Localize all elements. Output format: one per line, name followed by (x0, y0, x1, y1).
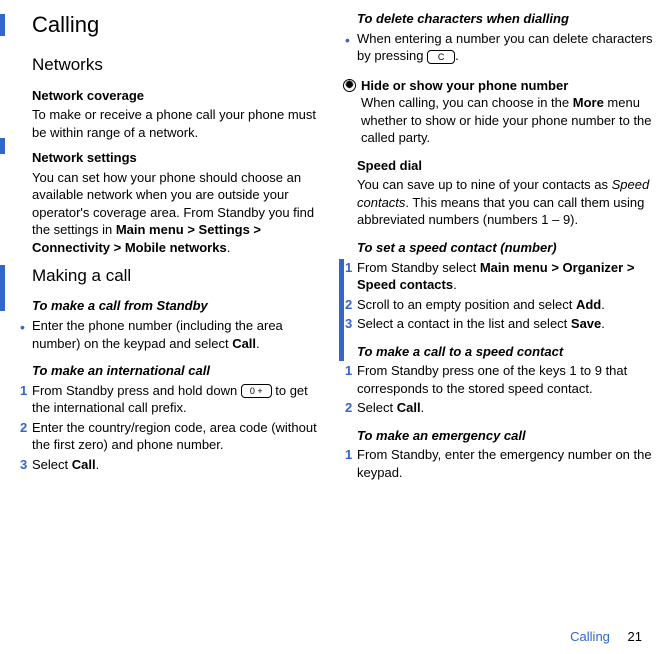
step-number: 2 (20, 419, 27, 437)
text: Select (357, 400, 397, 415)
tip-hide-show-number: ✺ Hide or show your phone number When ca… (357, 77, 654, 147)
bullet-icon: • (20, 320, 25, 334)
step-2: 2 Scroll to an empty position and select… (357, 296, 654, 314)
step-1: 1 From Standby press and hold down 0 + t… (32, 382, 329, 417)
bold-call: Call (397, 400, 421, 415)
subhead-call-standby: To make a call from Standby (32, 297, 329, 315)
blue-bar (339, 259, 344, 361)
subhead-intl-call: To make an international call (32, 362, 329, 380)
step-1: 1 From Standby, enter the emergency numb… (357, 446, 654, 481)
blue-bar (0, 14, 5, 36)
key-c-icon: C (427, 50, 455, 64)
text: . (453, 277, 457, 292)
footer-section-label: Calling (570, 629, 610, 644)
subhead-call-speed: To make a call to a speed contact (357, 343, 654, 361)
blue-bar (0, 265, 5, 311)
step-number: 1 (345, 259, 352, 277)
tip-icon: ✺ (343, 79, 356, 92)
text: . (227, 240, 231, 255)
text: Enter the country/region code, area code… (32, 420, 317, 453)
step-number: 2 (345, 399, 352, 417)
text: Select (32, 457, 72, 472)
subhead-network-coverage: Network coverage (32, 87, 329, 105)
step-3: 3 Select Call. (32, 456, 329, 474)
left-column: Calling Networks Network coverage To mak… (20, 10, 329, 484)
text: From Standby, enter the emergency number… (357, 447, 652, 480)
text: . (601, 297, 605, 312)
bullet-icon: • (345, 33, 350, 47)
text: . (421, 400, 425, 415)
step-number: 1 (345, 446, 352, 464)
page-footer: Calling 21 (570, 628, 642, 646)
step-number: 3 (20, 456, 27, 474)
text: From Standby select (357, 260, 480, 275)
blue-bar (0, 138, 5, 154)
text-network-settings: You can set how your phone should choose… (32, 169, 329, 257)
step-3: 3 Select a contact in the list and selec… (357, 315, 654, 333)
section-making-call: Making a call (32, 265, 329, 288)
step-number: 3 (345, 315, 352, 333)
text: From Standby press and hold down (32, 383, 241, 398)
text: . (256, 336, 260, 351)
step-number: 2 (345, 296, 352, 314)
text: . (601, 316, 605, 331)
text-speed-dial: You can save up to nine of your contacts… (357, 176, 654, 229)
text: . (455, 48, 459, 63)
key-zero-plus-icon: 0 + (241, 384, 272, 398)
section-networks: Networks (32, 54, 329, 77)
text: When calling, you can choose in the (361, 95, 573, 110)
footer-page-number: 21 (628, 629, 642, 644)
step-1: 1 From Standby press one of the keys 1 t… (357, 362, 654, 397)
bold-add: Add (576, 297, 601, 312)
subhead-set-speed: To set a speed contact (number) (357, 239, 654, 257)
text: You can save up to nine of your contacts… (357, 177, 612, 192)
text: When entering a number you can delete ch… (357, 31, 653, 64)
bullet-item: • When entering a number you can delete … (357, 30, 654, 65)
subhead-delete-chars: To delete characters when dialling (357, 10, 654, 28)
text: Select a contact in the list and select (357, 316, 571, 331)
bold-more: More (573, 95, 604, 110)
step-2: 2 Enter the country/region code, area co… (32, 419, 329, 454)
text: Scroll to an empty position and select (357, 297, 576, 312)
step-1: 1 From Standby select Main menu > Organi… (357, 259, 654, 294)
text-network-coverage: To make or receive a phone call your pho… (32, 106, 329, 141)
subhead-emergency: To make an emergency call (357, 427, 654, 445)
text: . (96, 457, 100, 472)
bullet-item: • Enter the phone number (including the … (32, 317, 329, 352)
page: Calling Networks Network coverage To mak… (0, 0, 662, 484)
page-title: Calling (20, 10, 329, 40)
step-number: 1 (345, 362, 352, 380)
bold-call: Call (232, 336, 256, 351)
step-number: 1 (20, 382, 27, 400)
bold-save: Save (571, 316, 601, 331)
step-2: 2 Select Call. (357, 399, 654, 417)
right-column: To delete characters when dialling • Whe… (345, 10, 654, 484)
tip-title: Hide or show your phone number (361, 78, 568, 93)
step-block: 1 From Standby select Main menu > Organi… (357, 259, 654, 333)
subhead-network-settings: Network settings (32, 149, 329, 167)
text: From Standby press one of the keys 1 to … (357, 363, 627, 396)
bold-call: Call (72, 457, 96, 472)
subhead-speed-dial: Speed dial (357, 157, 654, 175)
